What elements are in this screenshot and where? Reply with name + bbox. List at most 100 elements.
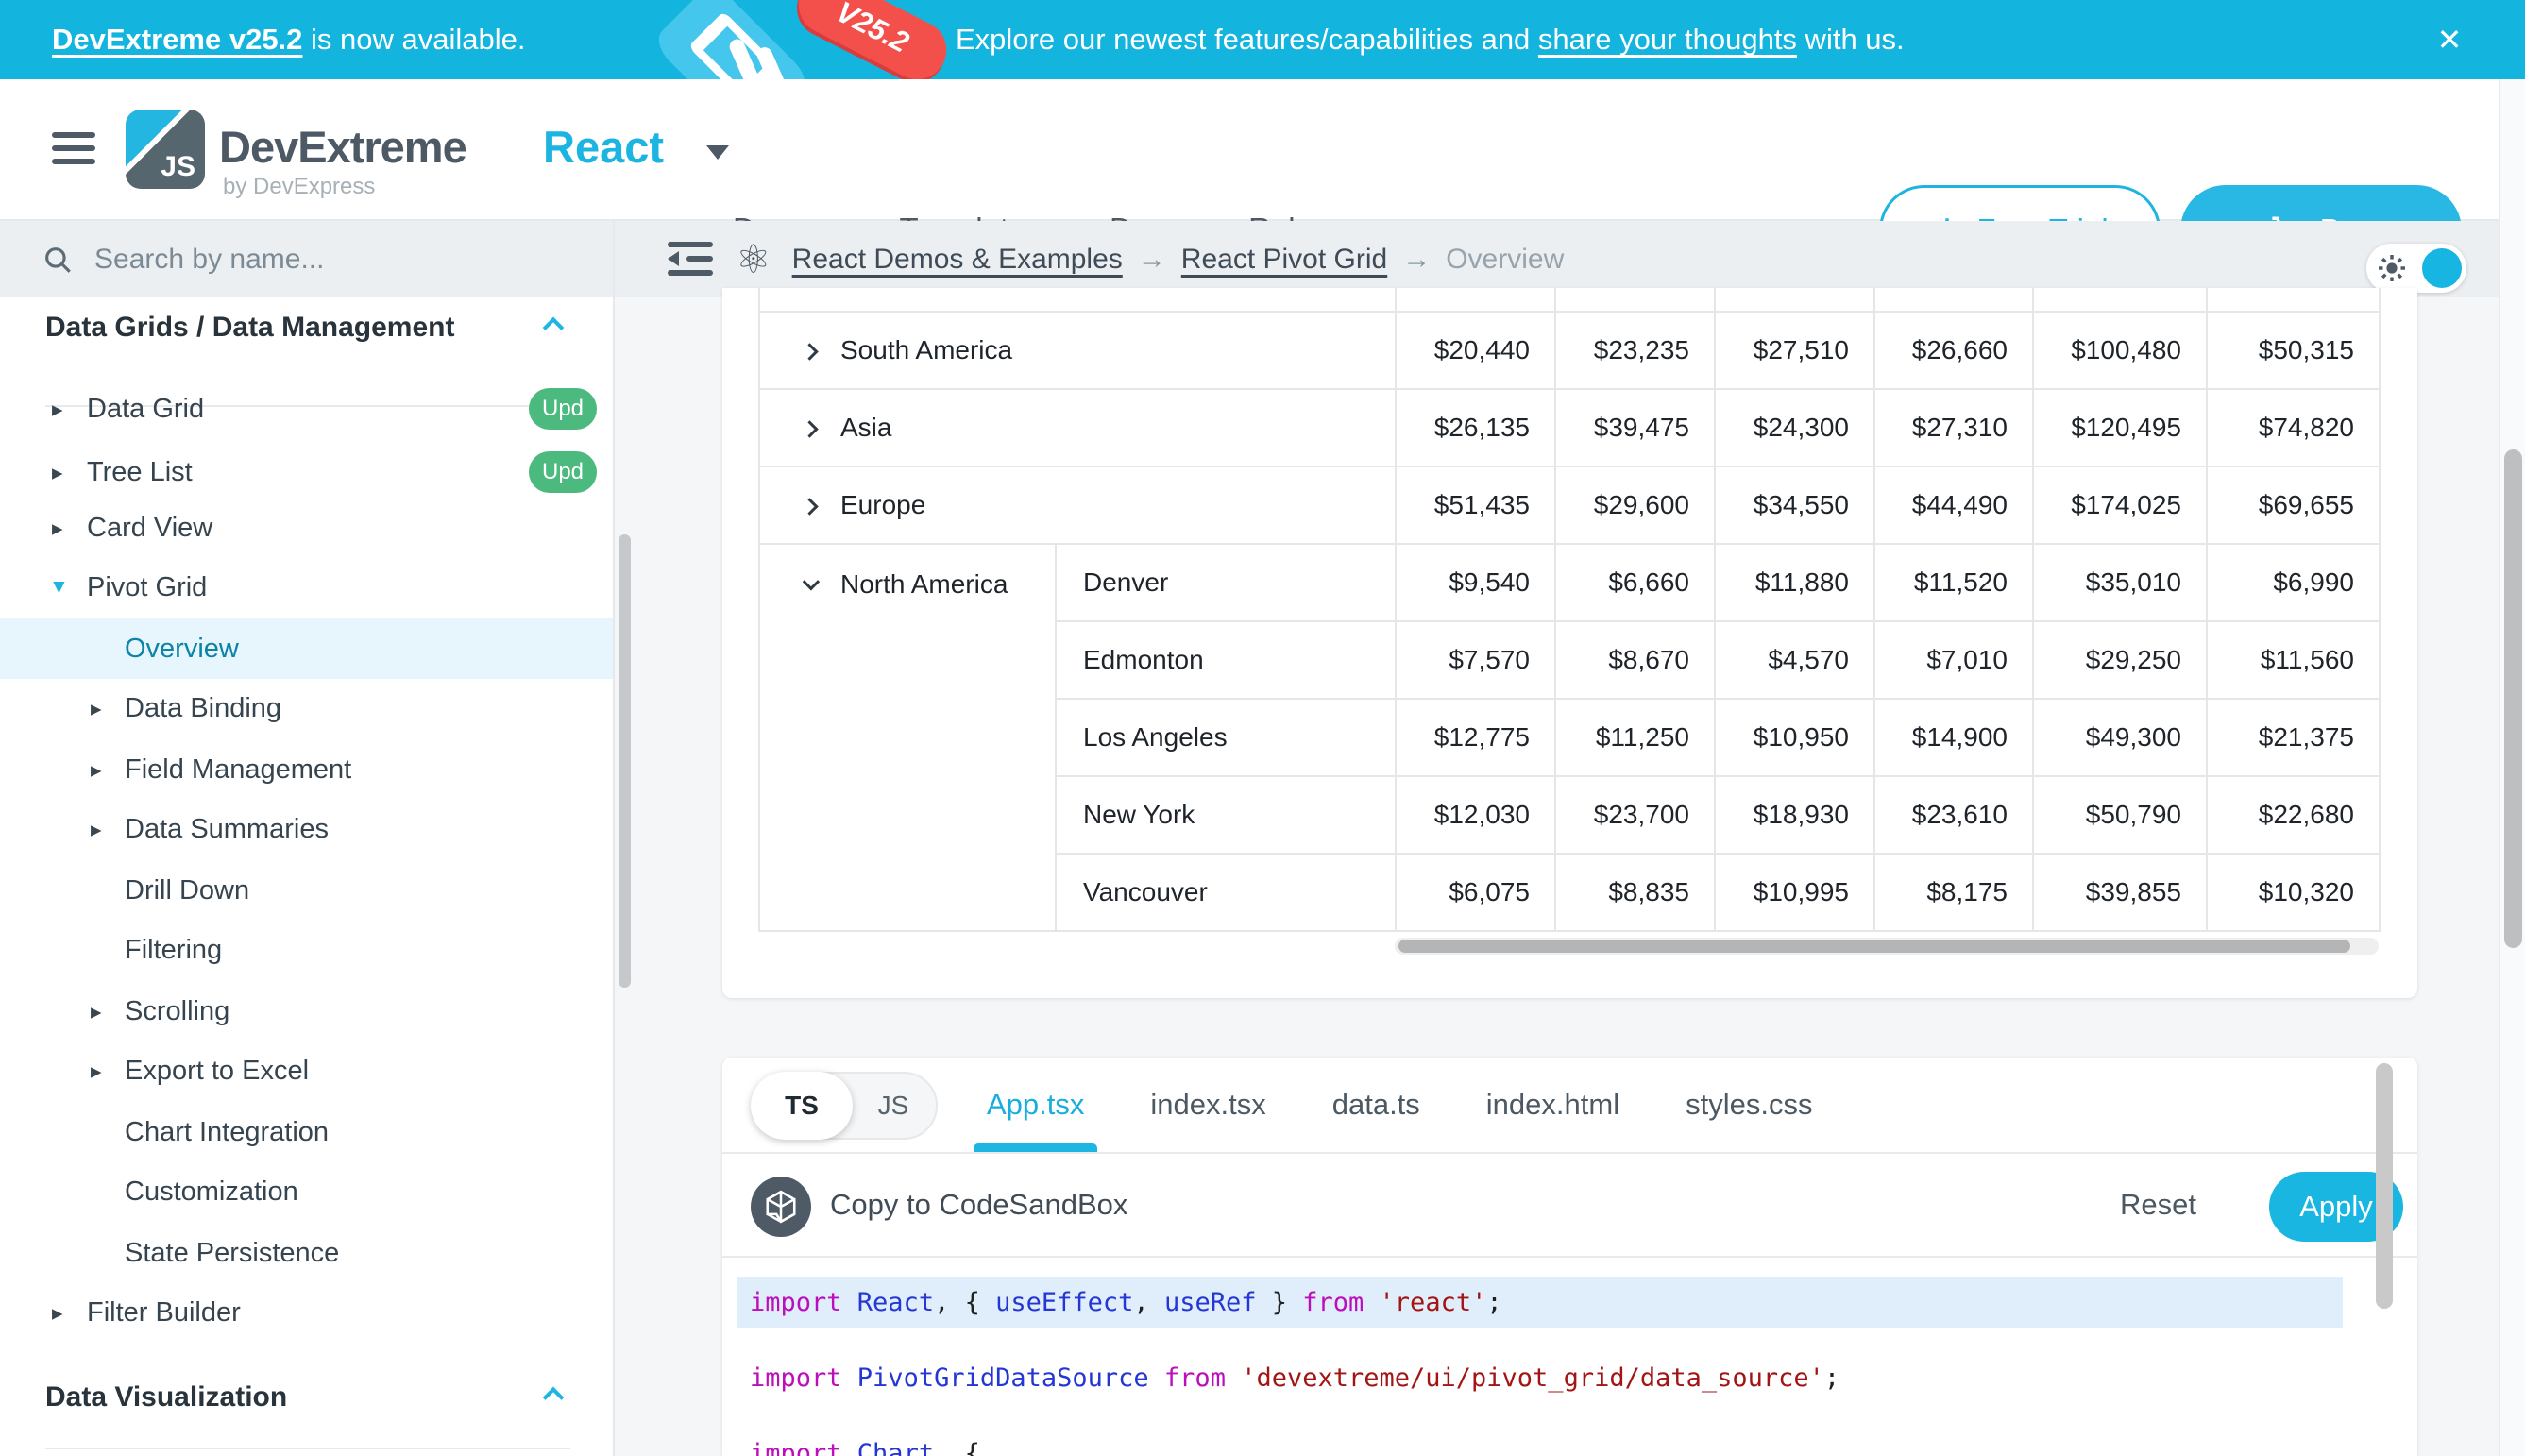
pivot-city-cell[interactable]: Vancouver [1056,854,1396,931]
pivot-value-cell[interactable]: $6,660 [1555,544,1715,621]
pivot-region-cell-collapsed[interactable]: South America [759,312,1396,389]
pivot-value-cell[interactable]: $11,250 [1555,699,1715,776]
pivot-value-cell[interactable]: $6,990 [2207,544,2380,621]
sidebar-item-state-persistence[interactable]: State Persistence [0,1223,613,1283]
page-scrollbar[interactable] [2499,79,2525,1456]
code-line[interactable]: import PivotGridDataSource from 'devextr… [737,1352,2343,1403]
sidebar-item-chart-integration[interactable]: Chart Integration [0,1102,613,1162]
banner-version-link[interactable]: DevExtreme v25.2 [52,23,302,56]
platform-caret-icon[interactable] [706,145,729,160]
sidebar-scrollbar[interactable] [619,534,631,988]
pivot-value-cell[interactable]: $74,820 [2207,389,2380,466]
sidebar-collapse-icon[interactable] [668,242,713,278]
pivot-value-cell[interactable]: $12,030 [1396,776,1555,854]
pivot-region-cell-collapsed[interactable]: Asia [759,389,1396,466]
chevron-right-icon[interactable] [801,343,818,360]
banner-close-icon[interactable]: ✕ [2431,21,2468,59]
chevron-up-icon[interactable] [543,1387,565,1409]
code-line[interactable]: import React, { useEffect, useRef } from… [737,1277,2343,1328]
codesandbox-icon[interactable] [751,1177,811,1237]
pivot-value-cell[interactable]: $8,175 [1874,854,2033,931]
pivot-value-cell[interactable]: $20,440 [1396,312,1555,389]
pivot-value-cell[interactable]: $27,310 [1874,389,2033,466]
breadcrumb-link-pivot-grid[interactable]: React Pivot Grid [1181,244,1387,276]
pivot-value-cell[interactable]: $11,520 [1874,544,2033,621]
pivot-value-cell[interactable]: $29,600 [1555,466,1715,544]
pivot-value-cell[interactable]: $21,375 [2207,699,2380,776]
pivot-value-cell[interactable]: $39,475 [1555,389,1715,466]
pivot-value-cell[interactable]: $23,610 [1874,776,2033,854]
sidebar-item-data-binding[interactable]: ▸Data Binding [0,678,613,738]
pivot-value-cell[interactable]: $11,560 [2207,621,2380,699]
pivot-value-cell[interactable]: $24,300 [1715,389,1874,466]
expand-arrow-icon[interactable]: ▸ [91,999,102,1024]
pivot-value-cell[interactable]: $12,775 [1396,699,1555,776]
pivot-horizontal-scrollbar[interactable] [1395,938,2379,955]
pivot-value-cell[interactable]: $51,435 [1396,466,1555,544]
expand-arrow-icon[interactable]: ▸ [52,397,63,422]
pivot-value-cell[interactable]: $10,950 [1715,699,1874,776]
pivot-hscroll-thumb[interactable] [1398,940,2350,953]
pivot-value-cell[interactable]: $100,480 [2033,312,2207,389]
language-toggle-js[interactable]: JS [851,1074,936,1138]
hamburger-menu-icon[interactable] [52,132,95,168]
pivot-value-cell[interactable]: $8,835 [1555,854,1715,931]
chevron-right-icon[interactable] [801,420,818,437]
chevron-down-icon[interactable] [803,573,820,590]
sidebar-item-data-summaries[interactable]: ▸Data Summaries [0,799,613,859]
pivot-region-cell-collapsed[interactable]: Europe [759,466,1396,544]
chevron-up-icon[interactable] [543,317,565,339]
pivot-value-cell[interactable]: $22,680 [2207,776,2380,854]
pivot-city-cell[interactable]: Edmonton [1056,621,1396,699]
reset-button[interactable]: Reset [2120,1156,2196,1254]
pivot-value-cell[interactable]: $23,700 [1555,776,1715,854]
pivot-value-cell[interactable]: $26,135 [1396,389,1555,466]
pivot-value-cell[interactable]: $39,855 [2033,854,2207,931]
language-toggle-ts[interactable]: TS [751,1072,853,1140]
pivot-value-cell[interactable]: $6,075 [1396,854,1555,931]
pivot-value-cell[interactable]: $10,320 [2207,854,2380,931]
expand-arrow-icon[interactable]: ▸ [91,757,102,783]
expand-arrow-icon[interactable]: ▸ [91,696,102,721]
sidebar-item-filtering[interactable]: Filtering [0,920,613,980]
code-editor[interactable]: import React, { useEffect, useRef } from… [722,1260,2417,1456]
code-line[interactable]: import Chart, { [737,1428,2343,1456]
pivot-value-cell[interactable]: $7,570 [1396,621,1555,699]
search-input[interactable] [94,244,510,276]
expand-arrow-icon[interactable]: ▸ [91,817,102,842]
expand-arrow-icon[interactable]: ▸ [52,1300,63,1326]
pivot-value-cell[interactable]: $120,495 [2033,389,2207,466]
sidebar-item-field-management[interactable]: ▸Field Management [0,739,613,800]
pivot-value-cell[interactable]: $44,490 [1874,466,2033,544]
sidebar-search[interactable] [0,221,613,297]
pivot-value-cell[interactable]: $4,570 [1715,621,1874,699]
pivot-value-cell[interactable]: $27,510 [1715,312,1874,389]
expand-arrow-icon[interactable]: ▸ [91,1058,102,1084]
sidebar-item-overview[interactable]: Overview [0,618,613,679]
sidebar-item-pivot-grid[interactable]: ▼Pivot Grid [0,557,613,618]
sidebar-item-tree-list[interactable]: ▸Tree ListUpd [0,442,613,502]
pivot-city-cell[interactable]: Denver [1056,544,1396,621]
sidebar-item-card-view[interactable]: ▸Card View [0,498,613,558]
sidebar-item-scrolling[interactable]: ▸Scrolling [0,981,613,1041]
pivot-city-cell[interactable]: Los Angeles [1056,699,1396,776]
file-tab-data-ts[interactable]: data.ts [1332,1058,1420,1152]
file-tab-App-tsx[interactable]: App.tsx [987,1058,1084,1152]
code-scrollbar-thumb[interactable] [2376,1063,2393,1309]
sidebar-item-export-to-excel[interactable]: ▸Export to Excel [0,1041,613,1101]
collapse-arrow-icon[interactable]: ▼ [49,576,69,599]
sidebar-item-data-grid[interactable]: ▸Data GridUpd [0,379,613,439]
sidebar-item-drill-down[interactable]: Drill Down [0,860,613,921]
pivot-value-cell[interactable]: $50,790 [2033,776,2207,854]
page-scrollbar-thumb[interactable] [2504,449,2522,948]
theme-toggle-knob[interactable] [2422,248,2462,288]
pivot-value-cell[interactable]: $29,250 [2033,621,2207,699]
chevron-right-icon[interactable] [801,498,818,515]
file-tab-styles-css[interactable]: styles.css [1686,1058,1812,1152]
share-thoughts-link[interactable]: share your thoughts [1538,23,1797,56]
pivot-value-cell[interactable]: $34,550 [1715,466,1874,544]
platform-selector[interactable]: React [543,121,664,173]
breadcrumb-link-demos[interactable]: React Demos & Examples [792,244,1123,276]
pivot-value-cell[interactable]: $9,540 [1396,544,1555,621]
sidebar-item-filter-builder[interactable]: ▸Filter Builder [0,1282,613,1343]
